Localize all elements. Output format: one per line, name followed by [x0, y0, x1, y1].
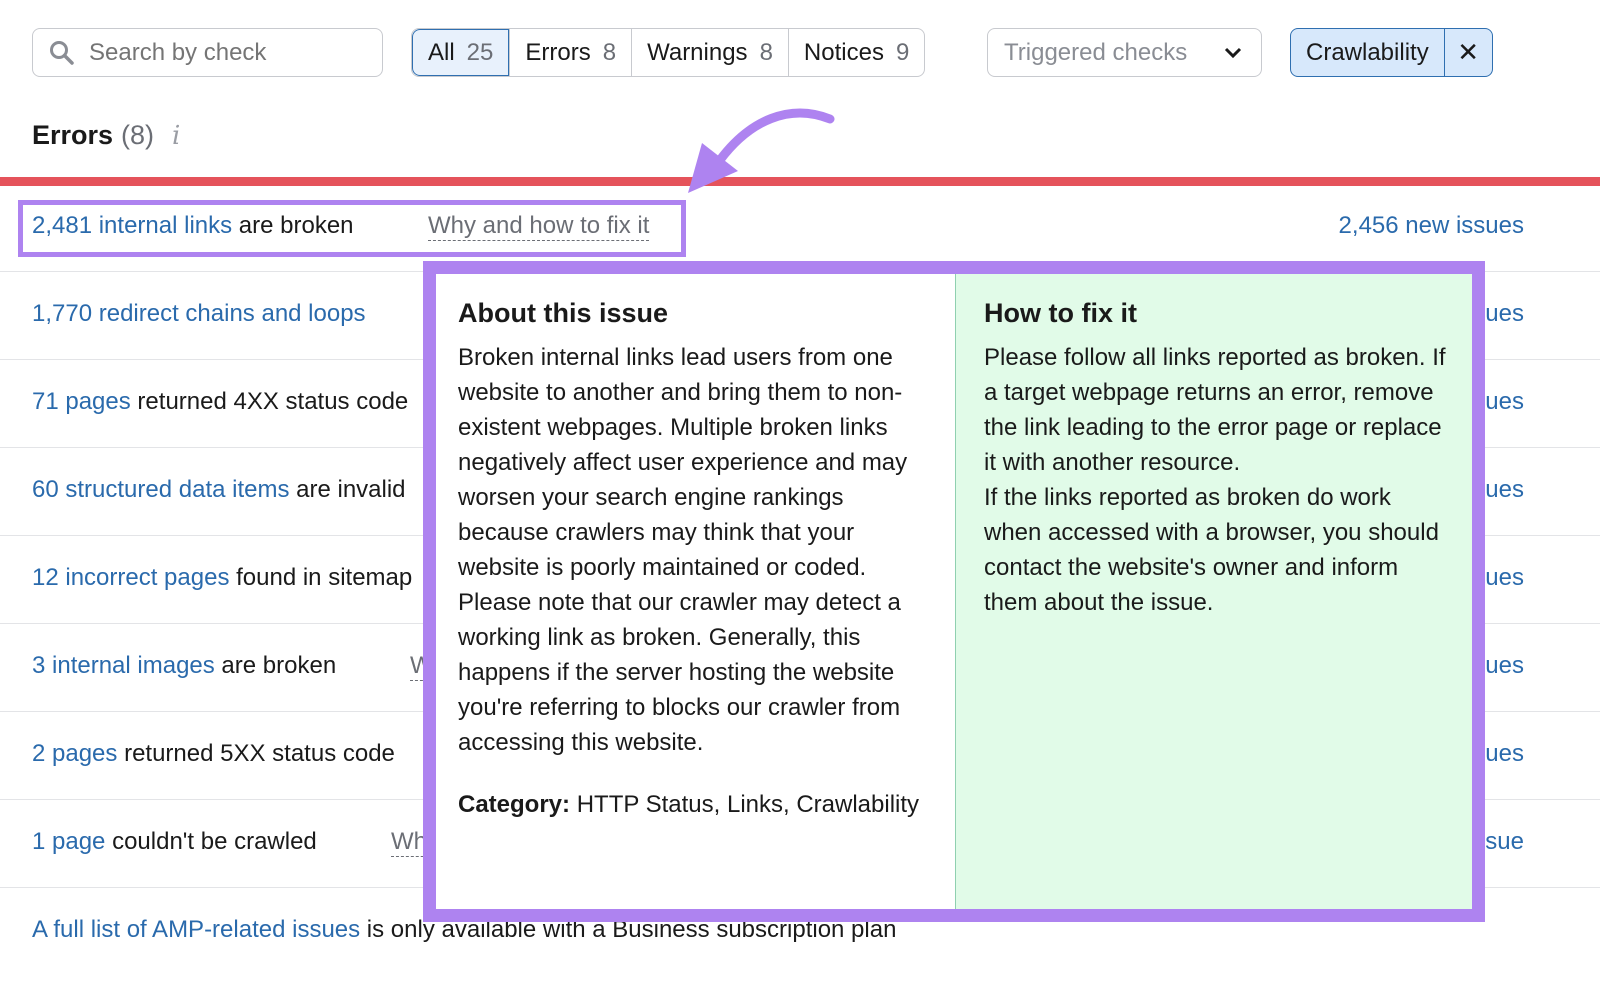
- issue-text: 1,770 redirect chains and loops: [32, 300, 366, 328]
- search-box[interactable]: [32, 28, 383, 77]
- issue-link[interactable]: 12 incorrect pages: [32, 564, 229, 591]
- issue-link[interactable]: 3 internal images: [32, 652, 215, 679]
- issue-description: couldn't be crawled: [105, 828, 317, 855]
- issue-link[interactable]: 1 page: [32, 828, 105, 855]
- new-issues-link[interactable]: sue: [1485, 828, 1524, 856]
- issue-link[interactable]: 60 structured data items: [32, 476, 289, 503]
- filter-label: Errors: [525, 38, 591, 66]
- filter-all[interactable]: All 25: [412, 29, 510, 76]
- filter-count: 8: [602, 38, 617, 66]
- fix-title: How to fix it: [984, 298, 1137, 328]
- issue-text: 12 incorrect pages found in sitemap: [32, 564, 412, 592]
- filter-label: Warnings: [647, 38, 748, 66]
- dropdown-label: Triggered checks: [1004, 38, 1188, 66]
- chevron-down-icon: [1224, 47, 1242, 58]
- crawlability-filter-chip: Crawlability ✕: [1290, 28, 1493, 77]
- new-issues-link[interactable]: ues: [1485, 652, 1524, 680]
- fix-text: Please follow all links reported as brok…: [984, 344, 1446, 476]
- triggered-checks-dropdown[interactable]: Triggered checks: [987, 28, 1262, 77]
- issue-text: 1 page couldn't be crawled: [32, 828, 317, 856]
- chip-label[interactable]: Crawlability: [1291, 29, 1444, 76]
- about-title: About this issue: [458, 298, 669, 328]
- category-label: Category:: [458, 791, 571, 818]
- issue-info-popup: About this issue Broken internal links l…: [423, 261, 1485, 922]
- close-icon[interactable]: ✕: [1443, 29, 1492, 76]
- section-count: (8): [121, 120, 155, 150]
- fix-panel: How to fix it Please follow all links re…: [956, 274, 1472, 909]
- info-icon[interactable]: i: [172, 121, 180, 151]
- highlight-box: [18, 200, 686, 257]
- new-issues-link[interactable]: ues: [1485, 476, 1524, 504]
- amp-issues-link[interactable]: A full list of AMP-related issues: [32, 916, 360, 943]
- issue-description: found in sitemap: [229, 564, 413, 591]
- new-issues-link[interactable]: ues: [1485, 740, 1524, 768]
- about-note: Please note that our crawler may detect …: [458, 589, 901, 756]
- new-issues-link[interactable]: ues: [1485, 388, 1524, 416]
- section-title: Errors: [32, 120, 114, 150]
- issue-text: 2 pages returned 5XX status code: [32, 740, 395, 768]
- severity-filter: All 25 Errors 8 Warnings 8 Notices 9: [411, 28, 926, 77]
- issue-link[interactable]: 71 pages: [32, 388, 131, 415]
- filter-errors[interactable]: Errors 8: [509, 29, 631, 76]
- issue-description: are broken: [214, 652, 337, 679]
- category: Category: HTTP Status, Links, Crawlabili…: [458, 787, 933, 822]
- issue-text: 3 internal images are broken: [32, 652, 336, 680]
- new-issues-link[interactable]: ues: [1485, 564, 1524, 592]
- section-heading: Errors (8) i: [32, 120, 180, 151]
- issue-description: are invalid: [289, 476, 406, 503]
- filter-count: 9: [895, 38, 910, 66]
- issue-link[interactable]: 1,770 redirect chains and loops: [32, 300, 366, 327]
- search-icon: [50, 40, 74, 65]
- filter-count: 8: [759, 38, 773, 66]
- filter-notices[interactable]: Notices 9: [787, 29, 924, 76]
- about-text: Broken internal links lead users from on…: [458, 344, 908, 581]
- filter-count: 25: [466, 38, 494, 66]
- issue-text: 71 pages returned 4XX status code: [32, 388, 408, 416]
- issue-link[interactable]: 2 pages: [32, 740, 117, 767]
- filter-label: Notices: [803, 38, 884, 66]
- fix-note: If the links reported as broken do work …: [984, 484, 1439, 616]
- filter-label: All: [428, 38, 455, 66]
- about-panel: About this issue Broken internal links l…: [436, 274, 956, 909]
- issue-description: returned 4XX status code: [130, 388, 409, 415]
- search-input[interactable]: [89, 38, 359, 67]
- category-value: HTTP Status, Links, Crawlability: [570, 791, 920, 818]
- new-issues-link[interactable]: ues: [1485, 300, 1524, 328]
- filter-warnings[interactable]: Warnings 8: [631, 29, 788, 76]
- issue-text: 60 structured data items are invalid: [32, 476, 406, 504]
- issue-description: returned 5XX status code: [117, 740, 395, 767]
- new-issues-link[interactable]: 2,456 new issues: [1339, 212, 1524, 240]
